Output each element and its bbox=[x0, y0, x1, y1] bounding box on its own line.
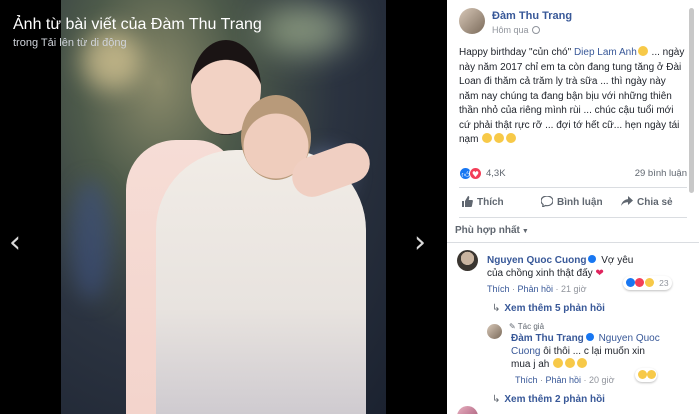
verified-badge-icon bbox=[585, 333, 594, 341]
comment-reactions-chip[interactable]: 23 bbox=[623, 276, 672, 290]
share-button[interactable]: Chia sẻ bbox=[621, 196, 673, 208]
avatar[interactable] bbox=[459, 8, 485, 34]
reaction-count[interactable]: 4,3K bbox=[486, 168, 506, 179]
author-tag-label: Tác giả bbox=[517, 322, 545, 331]
divider bbox=[459, 217, 687, 218]
globe-icon bbox=[531, 26, 540, 34]
view-more-replies-text: Xem thêm 2 phản hồi bbox=[504, 394, 605, 405]
author-tag: ✎ Tác giả bbox=[509, 322, 544, 331]
share-icon bbox=[621, 196, 633, 206]
thumbs-up-icon bbox=[462, 196, 473, 207]
comment-like-link[interactable]: Thích bbox=[515, 375, 538, 385]
comment-icon bbox=[541, 196, 553, 207]
heart-icon: ❤ bbox=[595, 268, 604, 279]
verified-badge-icon bbox=[588, 255, 597, 263]
post-actions: Thích Bình luận Chia sẻ bbox=[459, 192, 687, 214]
comment-time[interactable]: 20 giờ bbox=[589, 375, 614, 385]
like-label: Thích bbox=[477, 197, 504, 208]
reply-arrow-icon: ↳ bbox=[492, 394, 501, 405]
comment-label: Bình luận bbox=[557, 197, 603, 208]
viewer-title: Ảnh từ bài viết của Đàm Thu Trang bbox=[13, 16, 262, 33]
view-more-replies-link[interactable]: ↳ Xem thêm 2 phản hồi bbox=[492, 394, 605, 405]
share-label: Chia sẻ bbox=[637, 197, 673, 208]
post-photo[interactable] bbox=[61, 0, 386, 414]
emoji-icon bbox=[647, 370, 657, 379]
chevron-right-icon[interactable]: › bbox=[414, 228, 436, 258]
comment-meta: Thích · Phản hồi · 20 giờ bbox=[515, 375, 615, 385]
post-text: Happy birthday "củn chó" Diep Lam Anh ..… bbox=[459, 46, 687, 148]
photo-bokeh bbox=[71, 180, 111, 300]
comment-reply-link[interactable]: Phản hồi bbox=[518, 284, 554, 294]
caret-down-icon: ▼ bbox=[521, 228, 529, 235]
emoji-icon bbox=[638, 370, 647, 379]
emoji-icon bbox=[565, 358, 576, 368]
love-reaction-icon[interactable]: ♥ bbox=[469, 167, 482, 180]
pencil-icon: ✎ bbox=[509, 322, 516, 331]
avatar[interactable] bbox=[457, 250, 478, 271]
photo-viewer: Ảnh từ bài viết của Đàm Thu Trang trong … bbox=[0, 0, 447, 414]
viewer-subtitle[interactable]: trong Tải lên từ di động bbox=[13, 37, 127, 49]
comment-like-link[interactable]: Thích bbox=[487, 284, 510, 294]
emoji-icon bbox=[637, 46, 648, 56]
like-reaction-icon bbox=[626, 278, 635, 287]
emoji-icon bbox=[644, 278, 654, 287]
post-time-text[interactable]: Hôm qua bbox=[492, 25, 529, 35]
sort-label: Phù hợp nhất bbox=[455, 225, 520, 236]
post-author[interactable]: Đàm Thu Trang bbox=[492, 10, 572, 22]
scrollbar[interactable] bbox=[689, 8, 694, 193]
comment-meta: Thích · Phản hồi · 21 giờ bbox=[487, 284, 587, 294]
comment-author[interactable]: Đàm Thu Trang bbox=[511, 333, 584, 344]
emoji-icon bbox=[506, 133, 517, 143]
comment-text: Đàm Thu Trang Nguyen Quoc Cuong ôi thôi … bbox=[511, 332, 661, 371]
divider bbox=[447, 242, 699, 243]
post-time[interactable]: Hôm qua bbox=[492, 25, 540, 35]
post-mention[interactable]: Diep Lam Anh bbox=[574, 47, 637, 58]
comment-reaction-count: 23 bbox=[659, 278, 669, 288]
post-text-part: Happy birthday "củn chó" bbox=[459, 47, 574, 58]
comment-time[interactable]: 21 giờ bbox=[561, 284, 586, 294]
comment-button[interactable]: Bình luận bbox=[541, 196, 603, 208]
like-button[interactable]: Thích bbox=[461, 196, 504, 208]
divider bbox=[459, 187, 687, 188]
comment-sort-select[interactable]: Phù hợp nhất ▼ bbox=[455, 225, 529, 236]
comment-reactions-chip[interactable] bbox=[635, 368, 658, 382]
avatar[interactable] bbox=[487, 324, 502, 339]
emoji-icon bbox=[494, 133, 505, 143]
emoji-icon bbox=[482, 133, 493, 143]
view-more-replies-link[interactable]: ↳ Xem thêm 5 phản hồi bbox=[492, 303, 605, 314]
photo-bokeh bbox=[261, 5, 351, 55]
love-reaction-icon bbox=[635, 278, 645, 287]
reaction-bar: 👍︎ ♥ 4,3K 29 bình luận bbox=[459, 167, 687, 181]
reply-arrow-icon: ↳ bbox=[492, 303, 501, 314]
comment-author[interactable]: Nguyen Quoc Cuong bbox=[487, 255, 586, 266]
emoji-icon bbox=[553, 358, 564, 368]
avatar[interactable] bbox=[457, 406, 478, 414]
comment-reply-link[interactable]: Phản hồi bbox=[546, 375, 582, 385]
chevron-left-icon[interactable]: ‹ bbox=[9, 228, 31, 258]
view-more-replies-text: Xem thêm 5 phản hồi bbox=[504, 303, 605, 314]
post-text-part: ... ngày này năm 2017 chỉ em ta còn đang… bbox=[459, 47, 685, 145]
emoji-icon bbox=[577, 358, 588, 368]
post-panel: Đàm Thu Trang Hôm qua Happy birthday "củ… bbox=[447, 0, 699, 414]
comment-count[interactable]: 29 bình luận bbox=[635, 168, 687, 179]
